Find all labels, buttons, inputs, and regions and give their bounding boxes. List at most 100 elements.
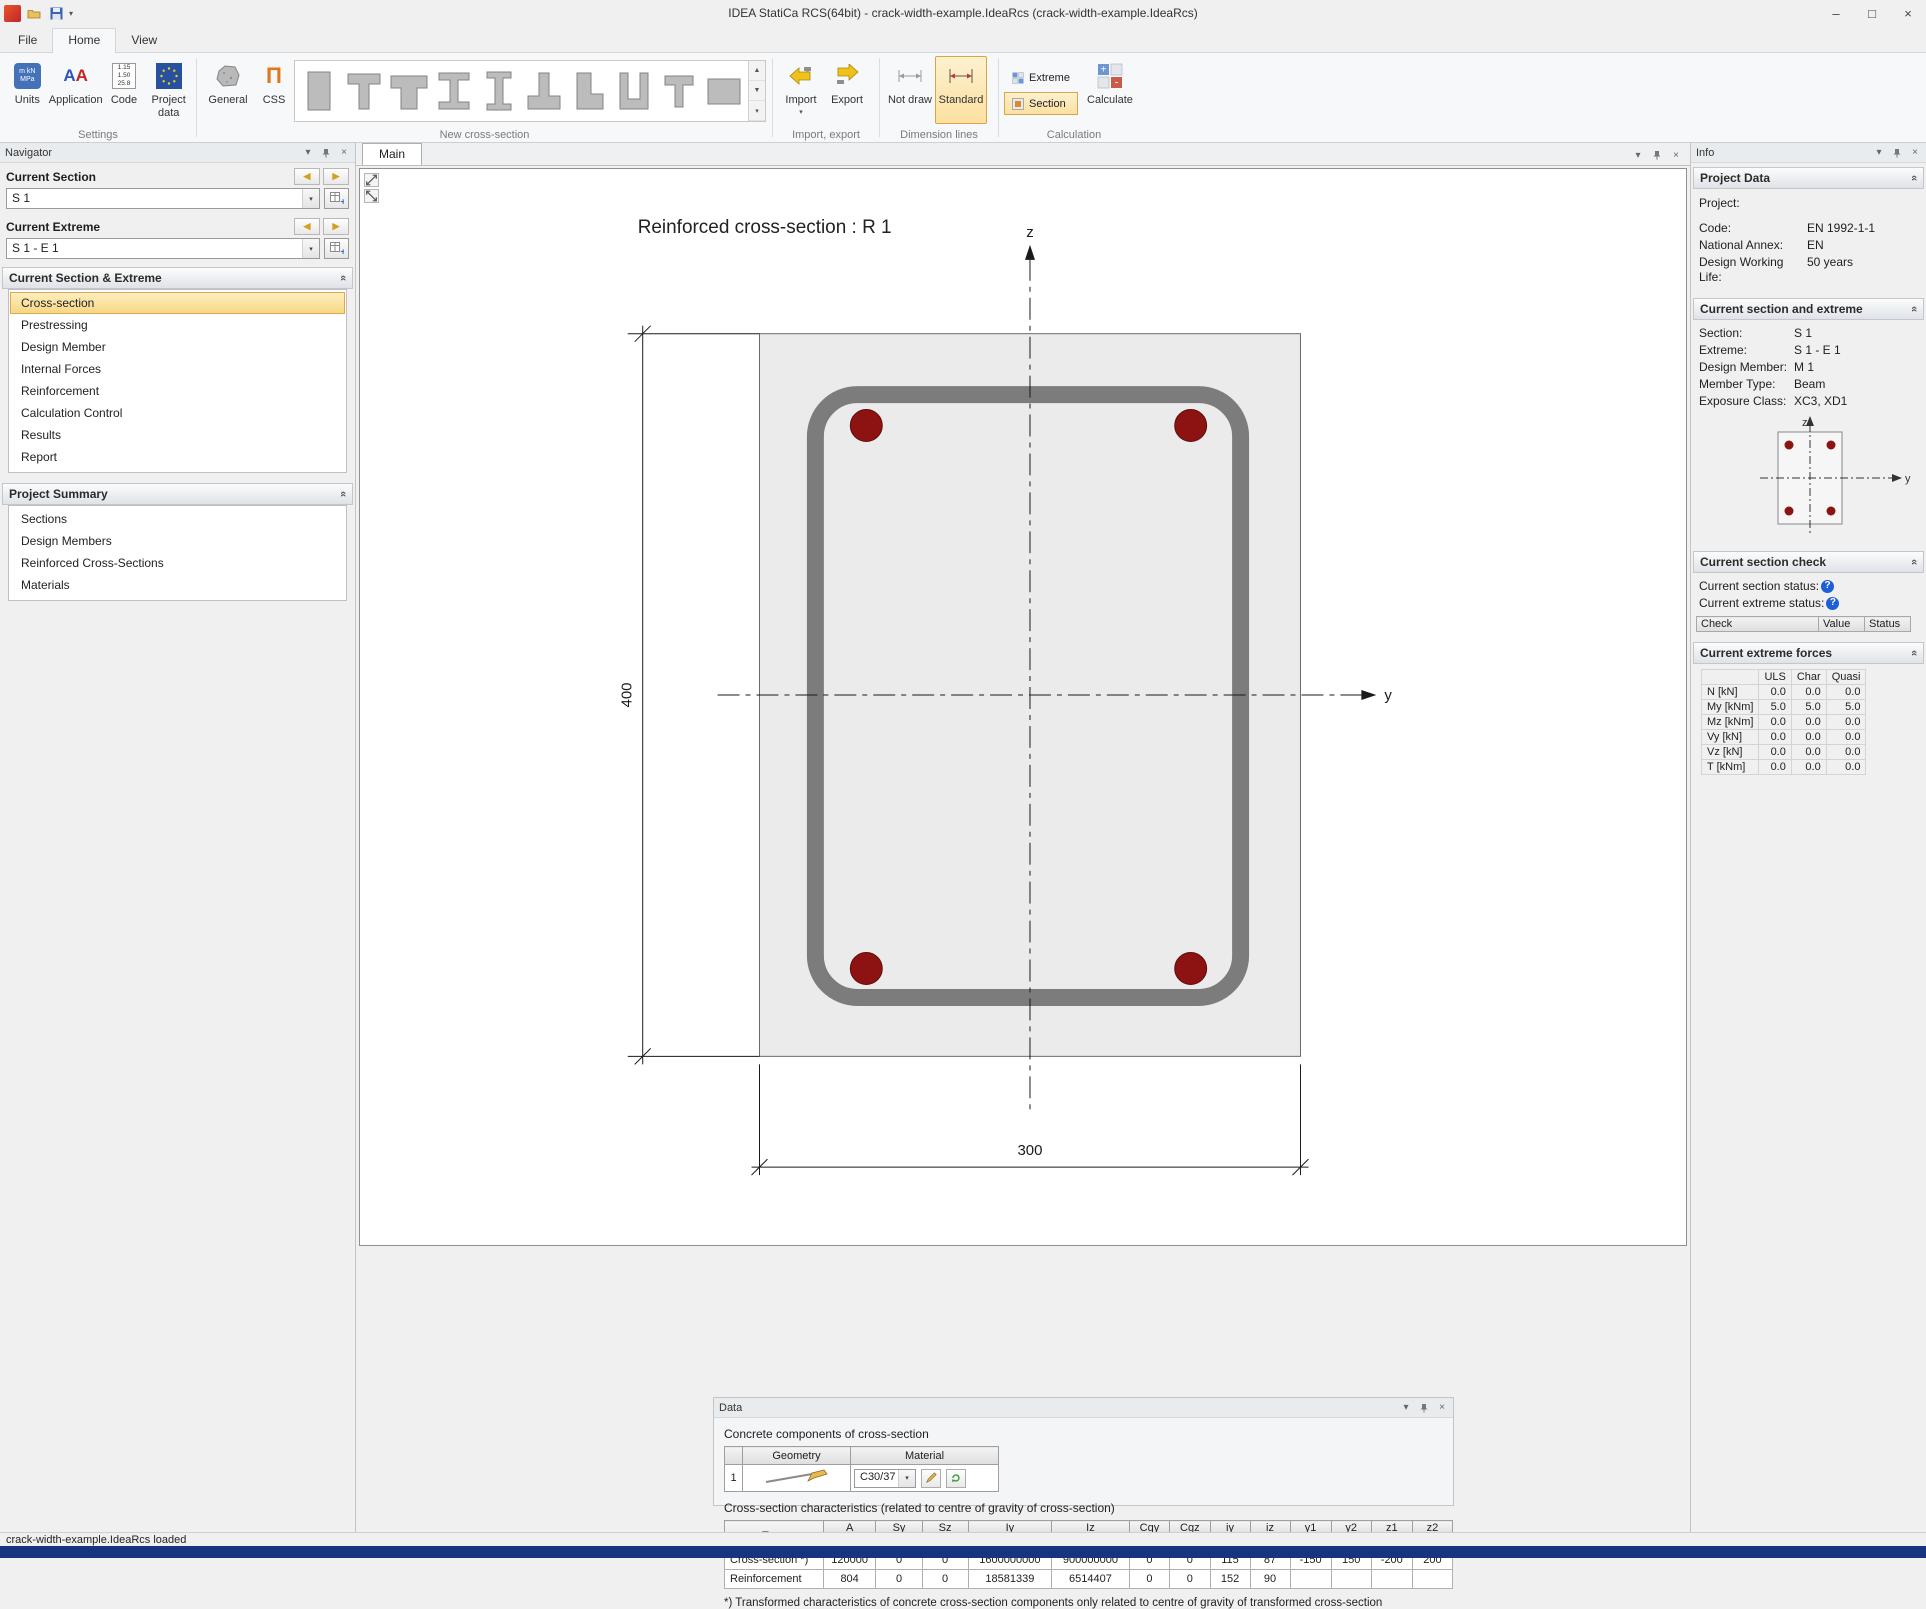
export-button[interactable]: Export	[824, 56, 870, 124]
gallery-more-icon[interactable]: ▾	[749, 101, 765, 121]
current-section-select[interactable]: S 1 ▾	[6, 188, 320, 209]
nav-item-calculation-control[interactable]: Calculation Control	[10, 402, 345, 424]
not-draw-button[interactable]: Not draw	[885, 56, 935, 124]
extreme-status-help-icon[interactable]: ?	[1826, 597, 1839, 610]
current-extreme-select[interactable]: S 1 - E 1 ▾	[6, 238, 320, 259]
section-manager-button[interactable]: +	[324, 188, 349, 209]
cross-section-template-l-shape[interactable]	[568, 64, 610, 118]
section-next-button[interactable]: ▶	[323, 168, 349, 185]
cross-section-template-i-beam[interactable]	[433, 64, 475, 118]
tab-main[interactable]: Main	[362, 143, 422, 165]
collapse-icon[interactable]: «	[1908, 175, 1920, 181]
cross-section-template-u-shape[interactable]	[613, 64, 655, 118]
project-data-header[interactable]: Project Data «	[1693, 167, 1924, 189]
cross-section-template-small-tee[interactable]	[658, 64, 700, 118]
data-pin-icon[interactable]	[1418, 1402, 1430, 1414]
concrete-components-table: Geometry Material 1 C30/37 ▾	[724, 1446, 999, 1492]
cross-section-template-inverted-tee[interactable]	[523, 64, 565, 118]
characteristics-row-reinforcement: Reinforcement 804 0 0 18581339 6514407 0…	[725, 1570, 1453, 1589]
minimize-button[interactable]: –	[1818, 1, 1854, 26]
application-button[interactable]: AA Application	[50, 56, 102, 124]
section-status-help-icon[interactable]: ?	[1821, 580, 1834, 593]
zoom-window-icon[interactable]	[364, 189, 379, 203]
current-section-dropdown-icon[interactable]: ▾	[302, 189, 319, 208]
import-button[interactable]: Import ▾	[778, 56, 824, 124]
material-refresh-button[interactable]	[946, 1469, 966, 1488]
section-button[interactable]: Section	[1004, 92, 1078, 115]
tab-view[interactable]: View	[116, 29, 172, 52]
nav-item-materials[interactable]: Materials	[10, 574, 345, 596]
tab-file[interactable]: File	[3, 29, 52, 52]
code-button[interactable]: 1.151.5025.8 Code	[102, 56, 147, 124]
standard-button[interactable]: Standard	[935, 56, 987, 124]
tabstrip-pin-icon[interactable]	[1651, 149, 1663, 161]
material-cell: C30/37 ▾	[851, 1465, 999, 1492]
cross-section-template-slab[interactable]	[703, 64, 745, 118]
info-close-icon[interactable]: ×	[1909, 147, 1921, 159]
navigator-pin-icon[interactable]	[320, 147, 332, 159]
material-select[interactable]: C30/37 ▾	[854, 1469, 916, 1488]
geometry-edit-cell[interactable]	[743, 1465, 851, 1492]
navigator-dropdown-icon[interactable]: ▾	[302, 147, 314, 159]
gallery-scroll-up-icon[interactable]: ▲	[749, 61, 765, 81]
tabstrip-menu-icon[interactable]: ▾	[1632, 149, 1644, 161]
nav-item-report[interactable]: Report	[10, 446, 345, 468]
project-data-button[interactable]: Project data	[146, 56, 191, 124]
units-button[interactable]: m kNMPa Units	[5, 56, 50, 124]
close-button[interactable]: ×	[1890, 1, 1926, 26]
current-extreme-dropdown-icon[interactable]: ▾	[302, 239, 319, 258]
tab-home[interactable]: Home	[52, 28, 116, 53]
info-dropdown-icon[interactable]: ▾	[1873, 147, 1885, 159]
quick-access-dropdown-icon[interactable]: ▾	[69, 9, 73, 18]
import-dropdown-icon[interactable]: ▾	[799, 108, 803, 116]
current-extreme-forces-header[interactable]: Current extreme forces «	[1693, 642, 1924, 664]
project-summary-header[interactable]: Project Summary «	[2, 483, 353, 505]
nav-item-reinforcement[interactable]: Reinforcement	[10, 380, 345, 402]
collapse-icon[interactable]: «	[337, 491, 349, 497]
section-prev-button[interactable]: ◀	[294, 168, 320, 185]
current-section-check-header[interactable]: Current section check «	[1693, 551, 1924, 573]
nav-item-sections[interactable]: Sections	[10, 508, 345, 530]
mini-axis-y-label: y	[1905, 473, 1911, 485]
cross-section-template-rect[interactable]	[298, 64, 340, 118]
general-button[interactable]: General	[202, 56, 254, 124]
material-edit-button[interactable]	[921, 1469, 941, 1488]
info-pin-icon[interactable]	[1891, 147, 1903, 159]
drawing-canvas[interactable]: Reinforced cross-section : R 1 z y	[359, 168, 1687, 1246]
section-extreme-header[interactable]: Current Section & Extreme «	[2, 267, 353, 289]
save-icon[interactable]	[47, 4, 65, 22]
nav-item-design-members[interactable]: Design Members	[10, 530, 345, 552]
nav-item-internal-forces[interactable]: Internal Forces	[10, 358, 345, 380]
collapse-icon[interactable]: «	[1908, 559, 1920, 565]
nav-item-reinforced-cross-sections[interactable]: Reinforced Cross-Sections	[10, 552, 345, 574]
open-icon[interactable]	[25, 4, 43, 22]
nav-item-design-member[interactable]: Design Member	[10, 336, 345, 358]
window-buttons: – □ ×	[1818, 1, 1926, 26]
extreme-next-button[interactable]: ▶	[323, 218, 349, 235]
tabstrip-close-icon[interactable]: ×	[1670, 149, 1682, 161]
extreme-button[interactable]: Extreme	[1004, 66, 1078, 89]
collapse-icon[interactable]: «	[337, 275, 349, 281]
css-button[interactable]: Π CSS	[254, 56, 294, 124]
maximize-button[interactable]: □	[1854, 1, 1890, 26]
zoom-extents-icon[interactable]	[364, 173, 379, 187]
nav-item-cross-section[interactable]: Cross-section	[10, 292, 345, 314]
calculate-button[interactable]: +- Calculate	[1082, 56, 1138, 124]
collapse-icon[interactable]: «	[1908, 650, 1920, 656]
cross-section-template-i-beam-narrow[interactable]	[478, 64, 520, 118]
extreme-prev-button[interactable]: ◀	[294, 218, 320, 235]
menubar: File Home View	[0, 26, 1926, 53]
data-dropdown-icon[interactable]: ▾	[1400, 1402, 1412, 1414]
gallery-scroll-down-icon[interactable]: ▼	[749, 81, 765, 101]
cross-section-template-tee[interactable]	[343, 64, 385, 118]
data-close-icon[interactable]: ×	[1436, 1402, 1448, 1414]
navigator-close-icon[interactable]: ×	[338, 147, 350, 159]
current-section-extreme-header[interactable]: Current section and extreme «	[1693, 298, 1924, 320]
material-dropdown-icon[interactable]: ▾	[898, 1470, 915, 1487]
cross-section-template-wide-tee[interactable]	[388, 64, 430, 118]
nav-item-results[interactable]: Results	[10, 424, 345, 446]
nav-item-prestressing[interactable]: Prestressing	[10, 314, 345, 336]
extreme-manager-button[interactable]: +	[324, 238, 349, 259]
app-logo-icon[interactable]	[4, 5, 21, 22]
collapse-icon[interactable]: «	[1908, 306, 1920, 312]
